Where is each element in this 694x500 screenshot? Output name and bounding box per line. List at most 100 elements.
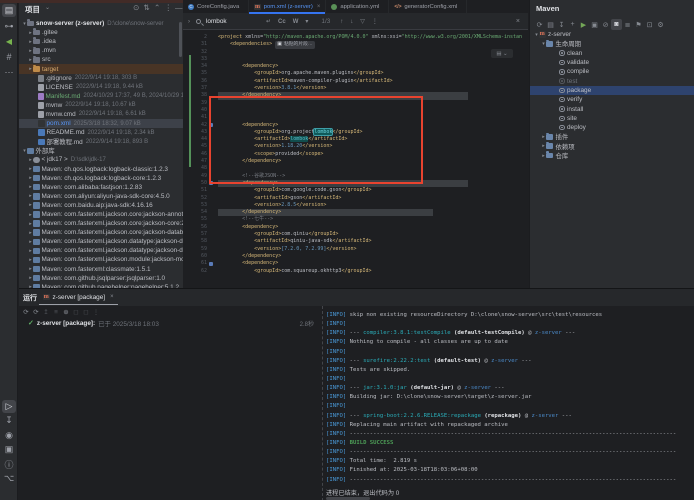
tree-row[interactable]: Manifest.md 2024/10/29 17:37, 49 B, 2024… <box>19 92 183 101</box>
tree-row[interactable]: ▸ Maven: ch.qos.logback:logback-classic:… <box>19 165 183 174</box>
match-case-toggle[interactable]: Cc <box>278 19 286 25</box>
maven-toolbar-icon[interactable]: ⟳ <box>534 19 545 30</box>
maven-tree-row[interactable]: ▾ m z-server <box>530 30 694 39</box>
project-header-icon[interactable]: ⇅ <box>144 3 150 12</box>
tree-row[interactable]: ▸ .gitee <box>19 28 183 37</box>
tree-row[interactable]: .gitignore 2022/9/14 19:18, 303 B <box>19 74 183 83</box>
maven-toolbar-icon[interactable]: + <box>567 19 578 30</box>
tree-row[interactable]: ▸ Maven: com.fasterxml.jackson.core:jack… <box>19 210 183 219</box>
maven-tree-row[interactable]: ▸ 依赖项 <box>530 142 694 151</box>
maven-toolbar-icon[interactable]: ▶ <box>578 19 589 30</box>
maven-toolbar-icon[interactable]: ⊡ <box>644 19 655 30</box>
editor-tab[interactable]: </> generatorConfig.xml <box>389 0 467 14</box>
project-title[interactable]: 项目 <box>25 4 40 15</box>
maven-tree-row[interactable]: validate <box>530 58 694 67</box>
tree-row[interactable]: ▸ < jdk17 > D:\sdk\jdk-17 <box>19 155 183 164</box>
tree-row[interactable]: ▸ Maven: com.fasterxml.jackson.core:jack… <box>19 228 183 237</box>
code-editor[interactable]: 2 <project xmlns="http://maven.apache.or… <box>183 30 528 288</box>
tree-row[interactable]: LICENSE 2022/9/14 19:18, 9.44 kB <box>19 83 183 92</box>
run-toolbar-icon[interactable]: ◻ <box>81 307 91 317</box>
maven-tree-row[interactable]: site <box>530 114 694 123</box>
paste-hint-badge[interactable]: ▣粘贴的片段… <box>275 41 315 48</box>
stripe-icon[interactable]: ⓘ <box>2 458 16 471</box>
maven-tree-row[interactable]: deploy <box>530 123 694 132</box>
tree-row[interactable]: 部署教程.md 2022/9/14 19:18, 893 B <box>19 137 183 146</box>
stripe-icon[interactable]: # <box>2 51 16 64</box>
run-tab[interactable]: m z-server [package] × <box>39 289 118 305</box>
project-header-icon[interactable]: ⊙ <box>133 3 139 12</box>
panel-divider[interactable] <box>322 306 323 500</box>
project-scrollbar-thumb[interactable] <box>179 22 182 57</box>
maven-tree-row[interactable]: ▾ 生命周期 <box>530 39 694 48</box>
tree-row[interactable]: ▸ Maven: com.github.jsqlparser:jsqlparse… <box>19 274 183 283</box>
run-toolbar-icon[interactable]: ≡ <box>51 307 61 317</box>
inspections-widget[interactable]: ▤ ⌄ <box>491 49 513 58</box>
maven-tree-row[interactable]: verify <box>530 95 694 104</box>
tab-close-icon[interactable]: × <box>317 4 321 10</box>
tree-row[interactable]: ▸ .mvn <box>19 46 183 55</box>
tree-row[interactable]: ▸ Maven: com.fasterxml.jackson.datatype:… <box>19 237 183 246</box>
stripe-icon[interactable]: ▷ <box>2 400 16 413</box>
tab-close-icon[interactable]: × <box>110 294 114 300</box>
stripe-icon[interactable]: ↧ <box>2 414 16 427</box>
maven-tree-row[interactable]: package <box>530 86 694 95</box>
search-input[interactable]: lombok <box>206 18 266 25</box>
tree-row[interactable]: ▾ 外部库 <box>19 146 183 155</box>
maven-toolbar-icon[interactable]: ↧ <box>556 19 567 30</box>
tree-row[interactable]: README.md 2022/9/14 19:18, 2.34 kB <box>19 128 183 137</box>
tree-row[interactable]: ▸ Maven: com.fasterxml.jackson.core:jack… <box>19 219 183 228</box>
project-header-icon[interactable]: — <box>175 3 183 12</box>
run-toolbar-icon[interactable]: ⋮ <box>91 307 101 317</box>
filter-icon[interactable]: ▽ <box>360 18 365 25</box>
maven-toolbar-icon[interactable]: ◙ <box>611 19 622 30</box>
words-toggle[interactable]: W <box>293 19 299 25</box>
run-toolbar-icon[interactable]: ⊕ <box>61 307 71 317</box>
gutter-maven-icon[interactable] <box>209 262 213 266</box>
run-toolbar-icon[interactable]: ◻ <box>71 307 81 317</box>
maven-tree-row[interactable]: ▸ 插件 <box>530 132 694 141</box>
tree-row[interactable]: ▸ Maven: com.fasterxml.jackson.datatype:… <box>19 246 183 255</box>
close-search-icon[interactable]: × <box>516 18 520 25</box>
search-options-chevron-icon[interactable]: ▾ <box>305 18 308 25</box>
next-match-icon[interactable]: ↓ <box>350 19 353 25</box>
stripe-icon[interactable]: ▤ <box>2 4 16 17</box>
tree-row[interactable]: ▸ target <box>19 64 183 73</box>
expand-search-icon[interactable]: › <box>188 19 190 25</box>
chevron-down-icon[interactable]: ⌄ <box>45 4 50 11</box>
run-toolbar-icon[interactable]: ↥ <box>41 307 51 317</box>
stripe-icon[interactable]: ◀ <box>2 35 16 48</box>
maven-toolbar-icon[interactable]: ▤ <box>545 19 556 30</box>
maven-toolbar-icon[interactable]: ≣ <box>622 19 633 30</box>
editor-tab[interactable]: C CoreConfig.java <box>183 0 249 14</box>
editor-tab[interactable]: m pom.xml (z-server) × <box>249 0 326 14</box>
stripe-icon[interactable]: ▣ <box>2 443 16 456</box>
tree-row[interactable]: ▸ Maven: com.aliyun:aliyun-java-sdk-core… <box>19 192 183 201</box>
maven-tree-row[interactable]: clean <box>530 49 694 58</box>
maven-toolbar-icon[interactable]: ▣ <box>589 19 600 30</box>
more-options-icon[interactable]: ⋮ <box>372 18 378 25</box>
stripe-icon[interactable]: ◉ <box>2 429 16 442</box>
tree-row[interactable]: ▾ snow-server (z-server) D:\clone\snow-s… <box>19 19 183 28</box>
tree-row[interactable]: ▸ src <box>19 55 183 64</box>
run-node[interactable]: ✓ z-server [package]: 已于 2025/3/18 18:03… <box>19 318 322 328</box>
maven-tree-row[interactable]: compile <box>530 67 694 76</box>
tree-row[interactable]: mvnw 2022/9/14 19:18, 10.67 kB <box>19 101 183 110</box>
tree-row[interactable]: ▸ Maven: com.alibaba:fastjson:1.2.83 <box>19 183 183 192</box>
editor-tab[interactable]: application.yml <box>326 0 389 14</box>
maven-toolbar-icon[interactable]: ⚑ <box>633 19 644 30</box>
previous-match-icon[interactable]: ↑ <box>340 19 343 25</box>
maven-toolbar-icon[interactable]: ⚙ <box>655 19 666 30</box>
tree-row[interactable]: ▸ .idea <box>19 37 183 46</box>
maven-tree-row[interactable]: install <box>530 104 694 113</box>
tree-row[interactable]: ▸ Maven: com.fasterxml.jackson.module:ja… <box>19 255 183 264</box>
run-toolbar-icon[interactable]: ⟳ <box>21 307 31 317</box>
tree-row[interactable]: ▸ Maven: com.fasterxml:classmate:1.5.1 <box>19 265 183 274</box>
tree-row[interactable]: ▸ Maven: ch.qos.logback:logback-core:1.2… <box>19 174 183 183</box>
run-toolbar-icon[interactable]: ⟳ <box>31 307 41 317</box>
stripe-icon[interactable]: ⌥ <box>2 472 16 485</box>
tree-row[interactable]: ▸ Maven: com.baidu.aip:java-sdk:4.16.16 <box>19 201 183 210</box>
maven-tree-row[interactable]: test <box>530 76 694 85</box>
project-header-icon[interactable]: ⌃ <box>154 3 160 12</box>
stripe-icon[interactable]: ⊶ <box>2 20 16 33</box>
maven-tree-row[interactable]: ▸ 仓库 <box>530 151 694 160</box>
